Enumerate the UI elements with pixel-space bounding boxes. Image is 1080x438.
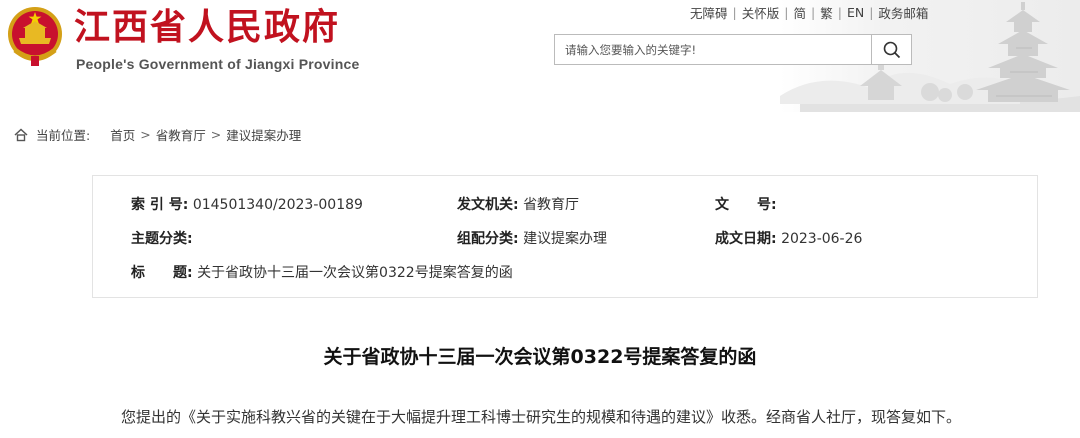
info-index-value: 014501340/2023-00189 xyxy=(192,197,363,213)
info-group: 组配分类: 建议提案办理 xyxy=(457,228,607,248)
separator: | xyxy=(732,5,737,20)
top-links: 无障碍 | 关怀版 | 简 | 繁 | EN | 政务邮箱 xyxy=(690,3,928,22)
info-date-key: 成文日期: xyxy=(715,231,777,247)
search-icon xyxy=(883,41,900,58)
info-index-key: 索 引 号: xyxy=(131,197,189,213)
search-box xyxy=(554,34,912,65)
info-date-value: 2023-06-26 xyxy=(781,231,863,247)
site-subtitle: People's Government of Jiangxi Province xyxy=(76,56,360,72)
simplified-chinese-link[interactable]: 简 xyxy=(793,3,806,22)
search-input[interactable] xyxy=(555,35,871,64)
info-title-key: 标 题: xyxy=(131,265,193,281)
search-button[interactable] xyxy=(871,35,911,64)
info-issuer-value: 省教育厅 xyxy=(523,197,580,213)
breadcrumb: 当前位置: 首页 > 省教育厅 > 建议提案办理 xyxy=(14,125,301,144)
separator: | xyxy=(869,5,874,20)
info-title: 标 题: 关于省政协十三届一次会议第0322号提案答复的函 xyxy=(131,262,513,282)
info-issuer-key: 发文机关: xyxy=(457,197,519,213)
breadcrumb-proposal-handling[interactable]: 建议提案办理 xyxy=(226,125,301,144)
gov-mailbox-link[interactable]: 政务邮箱 xyxy=(878,3,928,22)
traditional-chinese-link[interactable]: 繁 xyxy=(820,3,833,22)
home-icon xyxy=(14,127,28,141)
breadcrumb-education-dept[interactable]: 省教育厅 xyxy=(156,125,206,144)
article-paragraph: 您提出的《关于实施科教兴省的关键在于大幅提升理工科博士研究生的规模和待遇的建议》… xyxy=(121,408,962,426)
separator: | xyxy=(837,5,842,20)
document-info-box: 索 引 号: 014501340/2023-00189 发文机关: 省教育厅 文… xyxy=(92,175,1038,298)
info-group-value: 建议提案办理 xyxy=(523,231,608,247)
separator: | xyxy=(784,5,789,20)
accessibility-link[interactable]: 无障碍 xyxy=(690,3,728,22)
english-link[interactable]: EN xyxy=(847,5,864,20)
info-issuer: 发文机关: 省教育厅 xyxy=(457,194,579,214)
national-emblem-icon xyxy=(8,7,62,66)
breadcrumb-label: 当前位置: xyxy=(36,128,91,143)
breadcrumb-separator: > xyxy=(210,127,222,142)
info-doc-no-key: 文 号: xyxy=(715,197,777,213)
info-topic-key: 主题分类: xyxy=(131,231,193,247)
separator: | xyxy=(810,5,816,20)
article-title: 关于省政协十三届一次会议第0322号提案答复的函 xyxy=(323,346,757,368)
breadcrumb-separator: > xyxy=(140,127,151,142)
info-doc-no: 文 号: xyxy=(715,194,777,214)
breadcrumb-home[interactable]: 首页 xyxy=(110,125,135,144)
site-title[interactable]: 江西省人民政府 xyxy=(74,6,340,50)
info-group-key: 组配分类: xyxy=(457,231,519,247)
info-title-value: 关于省政协十三届一次会议第0322号提案答复的函 xyxy=(197,265,513,281)
site-header: 江西省人民政府 People's Government of Jiangxi P… xyxy=(0,0,1080,112)
info-topic: 主题分类: xyxy=(131,228,193,248)
elderly-mode-link[interactable]: 关怀版 xyxy=(742,3,780,22)
info-index: 索 引 号: 014501340/2023-00189 xyxy=(131,194,363,214)
info-date: 成文日期: 2023-06-26 xyxy=(715,228,862,248)
